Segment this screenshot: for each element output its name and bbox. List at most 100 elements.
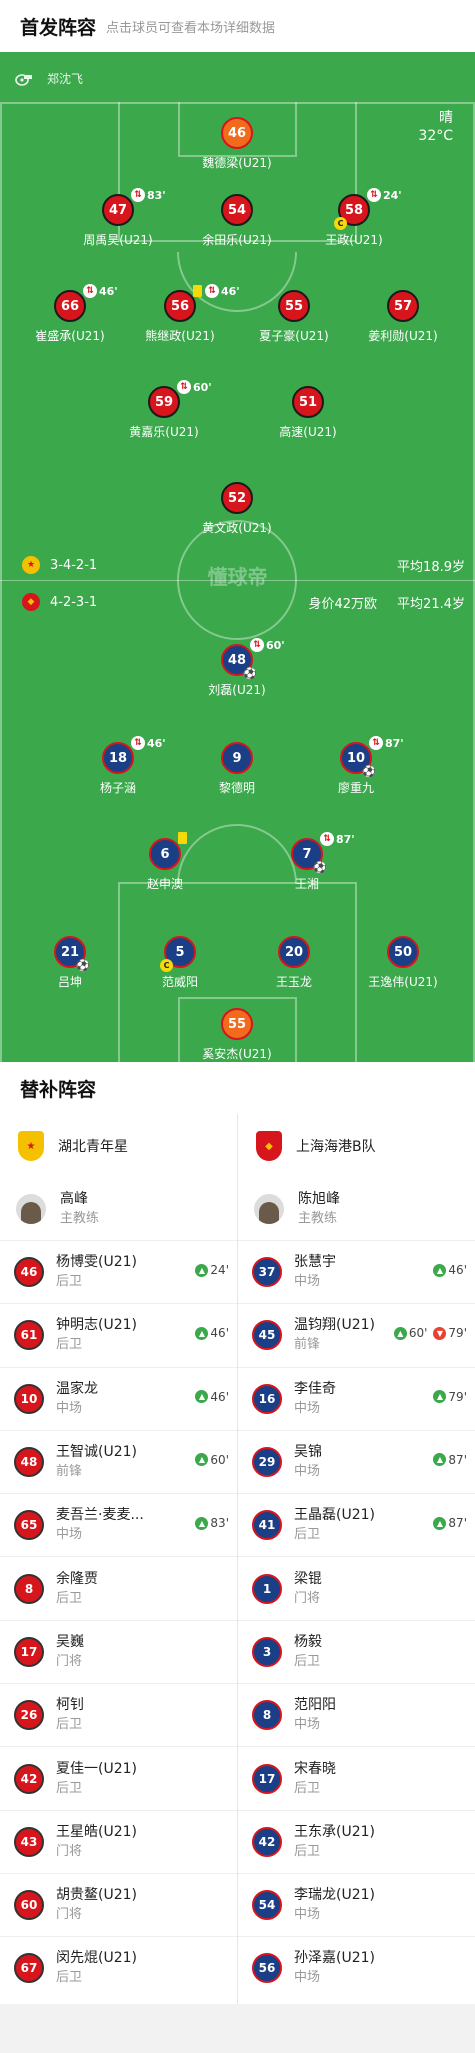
sub-player-row[interactable]: 37 张慧宇 中场 ▲ 46' <box>238 1240 475 1303</box>
sub-player-row[interactable]: 42 夏佳一(U21) 后卫 <box>0 1746 237 1809</box>
coach-name: 高峰 <box>60 1191 88 1207</box>
player-marker[interactable]: 51 高速(U21) <box>243 386 373 440</box>
player-events: ⇅ 87' <box>320 832 355 846</box>
player-number: 18 ⇅ 46' <box>102 736 166 774</box>
player-name: 杨博雯(U21) <box>56 1254 137 1271</box>
player-position: 门将 <box>56 1843 83 1859</box>
whistle-icon <box>15 73 32 86</box>
sub-player-row[interactable]: 54 李瑞龙(U21) 中场 <box>238 1872 475 1936</box>
player-marker[interactable]: 18 ⇅ 46' 杨子涵 <box>53 736 183 796</box>
captain-badge: C <box>334 217 347 230</box>
player-marker[interactable]: 48 ⚽ ⇅ 60' 刘磊(U21) <box>172 638 302 698</box>
sub-player-row[interactable]: 26 柯钊 后卫 <box>0 1683 237 1746</box>
away-team-header[interactable]: ◆ 上海海港B队 <box>238 1114 475 1178</box>
player-marker[interactable]: 10 ⚽ ⇅ 87' 廖重九 <box>291 736 421 796</box>
away-team-name: 上海海港B队 <box>296 1139 376 1155</box>
player-events: ⇅ 87' <box>369 736 404 750</box>
sub-player-row[interactable]: 17 吴巍 门将 <box>0 1619 237 1683</box>
away-sub-list: 37 张慧宇 中场 ▲ 46' 45 温钧翔(U21) 前锋 ▲ 60' ▼ 79' 16 李佳奇 中场 ▲ 7… <box>238 1240 475 2000</box>
sub-player-row[interactable]: 8 范阳阳 中场 <box>238 1683 475 1746</box>
player-number: 42 <box>252 1826 282 1857</box>
player-number: 26 <box>14 1700 44 1731</box>
player-marker[interactable]: 56 ⇅ 46' 熊继政(U21) <box>115 284 245 344</box>
player-marker[interactable]: 55 奚安杰(U21) <box>172 1008 302 1062</box>
player-number: 59 ⇅ 60' <box>148 380 212 418</box>
sub-in-time: 60' <box>408 1326 428 1341</box>
player-name: 王政(U21) <box>325 233 383 247</box>
player-number: 48 ⚽ ⇅ 60' <box>221 638 285 679</box>
subs-header: 替补阵容 <box>0 1062 475 1114</box>
sub-player-row[interactable]: 67 闵先焜(U21) 后卫 <box>0 1936 237 1999</box>
player-number: 16 <box>252 1383 282 1414</box>
captain-badge: C <box>160 959 173 972</box>
player-position: 中场 <box>294 1274 321 1290</box>
player-number: 10 <box>14 1383 44 1414</box>
player-name: 余田乐(U21) <box>202 233 272 247</box>
player-position: 前锋 <box>294 1337 321 1353</box>
sub-player-row[interactable]: 61 钟明志(U21) 后卫 ▲ 46' <box>0 1303 237 1366</box>
sub-events: ▲ 60' ▼ 79' <box>388 1326 467 1340</box>
player-name: 廖重九 <box>337 781 374 795</box>
coach-avatar <box>16 1194 46 1224</box>
sub-player-row[interactable]: 48 王智诚(U21) 前锋 ▲ 60' <box>0 1429 237 1493</box>
player-marker[interactable]: 7 ⚽ ⇅ 87' 王湘 <box>242 832 372 892</box>
player-marker[interactable]: 5 C 范威阳 <box>115 936 245 990</box>
sub-player-row[interactable]: 8 余隆贾 后卫 <box>0 1556 237 1619</box>
player-marker[interactable]: 47 ⇅ 83' 周禹昊(U21) <box>53 188 183 248</box>
sub-player-row[interactable]: 60 胡贵鳌(U21) 门将 <box>0 1872 237 1936</box>
player-position: 中场 <box>294 1907 321 1923</box>
player-name: 钟明志(U21) <box>56 1317 137 1334</box>
goal-ball-icon: ⚽ <box>313 861 327 874</box>
sub-player-row[interactable]: 65 麦吾兰·麦麦... 中场 ▲ 83' <box>0 1493 237 1556</box>
player-marker[interactable]: 9 黎德明 <box>172 742 302 796</box>
player-marker[interactable]: 46 魏德梁(U21) <box>172 117 302 171</box>
player-marker[interactable]: 52 黄文政(U21) <box>172 482 302 536</box>
substitution-time: 83' <box>147 188 166 202</box>
player-marker[interactable]: 58 C ⇅ 24' 王政(U21) <box>289 188 419 248</box>
home-team-header[interactable]: ★ 湖北青年星 <box>0 1114 237 1178</box>
sub-in-icon: ▲ <box>195 1263 209 1277</box>
sub-player-row[interactable]: 3 杨毅 后卫 <box>238 1619 475 1683</box>
player-position: 后卫 <box>294 1653 321 1669</box>
player-number: 5C <box>160 936 196 972</box>
sub-player-row[interactable]: 17 宋春晓 后卫 <box>238 1746 475 1809</box>
sub-in-time: 83' <box>210 1516 229 1531</box>
sub-in-time: 87' <box>448 1452 467 1467</box>
player-events <box>178 832 190 844</box>
home-coach[interactable]: 高峰 主教练 <box>0 1178 237 1240</box>
player-name: 王智诚(U21) <box>56 1444 137 1461</box>
sub-player-row[interactable]: 46 杨博雯(U21) 后卫 ▲ 24' <box>0 1240 237 1303</box>
sub-in-icon: ▲ <box>433 1516 447 1530</box>
player-events: ⇅ 24' <box>367 188 402 202</box>
player-marker[interactable]: 50 王逸伟(U21) <box>338 936 468 990</box>
sub-player-row[interactable]: 56 孙泽嘉(U21) 中场 <box>238 1936 475 1999</box>
sub-in-icon: ▲ <box>393 1326 407 1340</box>
sub-player-row[interactable]: 45 温钧翔(U21) 前锋 ▲ 60' ▼ 79' <box>238 1303 475 1366</box>
sub-player-row[interactable]: 16 李佳奇 中场 ▲ 79' <box>238 1366 475 1430</box>
player-position: 中场 <box>294 1400 321 1416</box>
substitution-icon: ⇅ <box>320 832 334 846</box>
home-avg-age: 平均18.9岁 <box>397 560 465 575</box>
sub-player-row[interactable]: 10 温家龙 中场 ▲ 46' <box>0 1366 237 1430</box>
sub-in-icon: ▲ <box>195 1453 209 1467</box>
substitution-time: 87' <box>385 736 404 750</box>
player-marker[interactable]: 54 余田乐(U21) <box>172 194 302 248</box>
sub-player-row[interactable]: 42 王东承(U21) 后卫 <box>238 1809 475 1873</box>
player-number: 58 C ⇅ 24' <box>334 188 402 230</box>
player-marker[interactable]: 59 ⇅ 60' 黄嘉乐(U21) <box>99 380 229 440</box>
substitution-icon: ⇅ <box>131 188 145 202</box>
player-position: 后卫 <box>56 1590 83 1606</box>
player-marker[interactable]: 57 姜利勋(U21) <box>338 290 468 344</box>
sub-player-row[interactable]: 43 王星皓(U21) 门将 <box>0 1809 237 1873</box>
sub-out-time: 79' <box>448 1326 467 1341</box>
sub-player-row[interactable]: 29 吴锦 中场 ▲ 87' <box>238 1429 475 1493</box>
away-coach[interactable]: 陈旭峰 主教练 <box>238 1178 475 1240</box>
player-name: 张慧宇 <box>294 1254 336 1271</box>
player-name: 王晶磊(U21) <box>294 1507 375 1524</box>
sub-player-row[interactable]: 41 王晶磊(U21) 后卫 ▲ 87' <box>238 1493 475 1556</box>
player-position: 后卫 <box>56 1780 83 1796</box>
home-team-crest-icon: ★ <box>18 1131 44 1161</box>
sub-player-row[interactable]: 1 梁锟 门将 <box>238 1556 475 1619</box>
player-name: 闵先焜(U21) <box>56 1950 137 1967</box>
player-marker[interactable]: 6 赵申澳 <box>100 832 230 892</box>
